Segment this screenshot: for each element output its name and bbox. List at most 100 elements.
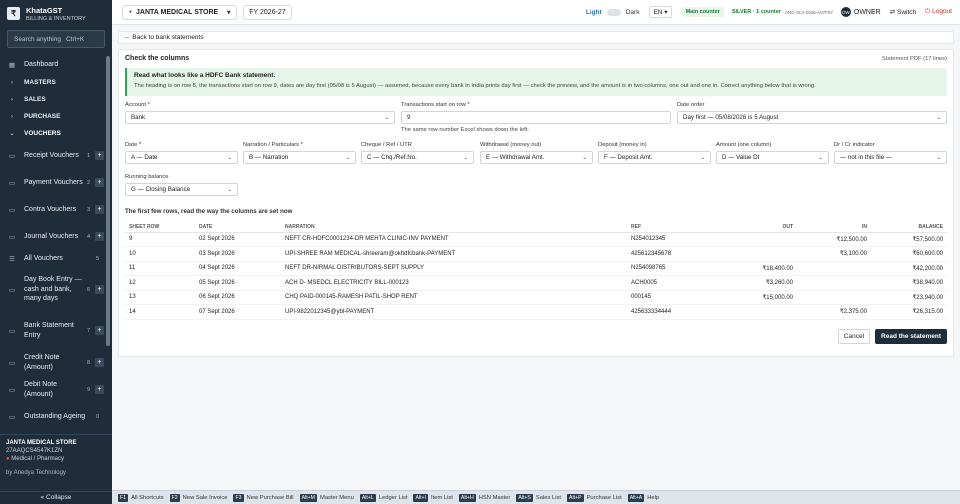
balance-column-value: G — Closing Balance bbox=[131, 186, 191, 193]
deposit-column-value: F — Deposit Amt. bbox=[604, 154, 653, 161]
col-sheet-row: SHEET ROW bbox=[125, 222, 199, 233]
txstart-input[interactable]: 9 bbox=[401, 111, 671, 124]
receipt-icon: ▭ bbox=[8, 152, 16, 160]
logout-button[interactable]: ⏻ Logout bbox=[925, 8, 952, 16]
add-icon[interactable]: + bbox=[95, 358, 104, 367]
fy-selector[interactable]: FY 2026-27 bbox=[243, 4, 292, 20]
deposit-column-label: Deposit (money in) bbox=[598, 142, 647, 148]
sidebar-item-bank-statement[interactable]: ▭ Bank Statement Entry 7 + bbox=[0, 312, 112, 349]
store-selector[interactable]: ● JANTA MEDICAL STORE ▾ bbox=[122, 4, 238, 20]
theme-toggle[interactable] bbox=[606, 8, 621, 16]
logout-icon: ⏻ bbox=[925, 8, 931, 15]
date-column-value: A — Date bbox=[131, 154, 158, 161]
add-icon[interactable]: + bbox=[95, 178, 104, 187]
cell-date: 05 Sept 2026 bbox=[199, 275, 285, 291]
avatar[interactable]: OW bbox=[840, 7, 851, 17]
shortcut-item[interactable]: F3 New Purchase Bill bbox=[233, 493, 294, 502]
back-link[interactable]: ← Back to bank statements bbox=[124, 34, 203, 41]
amount-column-select[interactable]: D — Value Dt ⌄ bbox=[716, 151, 829, 164]
shortcut-item[interactable]: Alt+I Item List bbox=[413, 493, 453, 502]
sidebar-item-label: Debit Note (Amount) bbox=[24, 381, 58, 398]
sidebar-item-receipt-vouchers[interactable]: ▭ Receipt Vouchers 1 + bbox=[0, 142, 112, 169]
withdrawal-column-select[interactable]: E — Withdrawal Amt. ⌄ bbox=[480, 151, 593, 164]
shortcut-item[interactable]: Alt+M Master Menu bbox=[299, 493, 354, 502]
shortcut-item[interactable]: Alt+S Sales List bbox=[516, 493, 562, 502]
add-icon[interactable]: + bbox=[95, 205, 104, 214]
bank-icon: ▭ bbox=[8, 327, 16, 335]
shortcut-label: Help bbox=[647, 494, 660, 501]
shortcut-item[interactable]: F2 New Sale Invoice bbox=[169, 493, 227, 502]
search-placeholder: Search anything bbox=[14, 35, 61, 43]
sidebar-item-outstanding-ageing[interactable]: ▭ Outstanding Ageing 0 bbox=[0, 403, 112, 430]
sidebar-section-sales[interactable]: › SALES bbox=[0, 91, 112, 108]
add-icon[interactable]: + bbox=[95, 385, 104, 394]
cell-date: 07 Sept 2026 bbox=[199, 304, 285, 320]
sidebar-item-credit-note[interactable]: ▭ Credit Note (Amount) 8 + bbox=[0, 349, 112, 376]
card-body: Check the columns Statement PDF (17 line… bbox=[125, 55, 947, 320]
theme-dark-label[interactable]: Dark bbox=[626, 9, 640, 16]
sidebar-item-shortcut: 0 bbox=[95, 413, 99, 420]
account-select[interactable]: Bank ⌄ bbox=[125, 111, 395, 124]
txstart-hint: The same row number Excel shows down the… bbox=[401, 127, 529, 133]
shortcut-item[interactable]: Alt+A Help bbox=[627, 493, 660, 502]
language-select[interactable]: EN ▾ bbox=[649, 6, 672, 18]
cell-sheet-row: 13 bbox=[125, 290, 199, 305]
search-input[interactable]: Search anything Ctrl+K bbox=[7, 30, 105, 48]
table-row: 9 02 Sept 2026 NEFT CR-HDFC0001234-DR MEHT… bbox=[125, 232, 947, 247]
chevron-down-icon: ⌄ bbox=[9, 131, 15, 137]
counter-badge[interactable]: Main counter bbox=[681, 7, 724, 17]
shortcut-item[interactable]: Alt+P Purchase List bbox=[567, 493, 622, 502]
add-icon[interactable]: + bbox=[95, 232, 104, 241]
cell-sheet-row: 12 bbox=[125, 275, 199, 291]
chevron-down-icon: ⌄ bbox=[936, 154, 941, 161]
cell-in: ₹2,375.00 bbox=[793, 304, 867, 320]
deposit-column-select[interactable]: F — Deposit Amt. ⌄ bbox=[598, 151, 711, 164]
sidebar-item-shortcut: 5 bbox=[95, 255, 99, 262]
add-icon[interactable]: + bbox=[95, 326, 104, 335]
balance-column-select[interactable]: G — Closing Balance ⌄ bbox=[125, 183, 238, 196]
search-shortcut: Ctrl+K bbox=[65, 35, 85, 43]
sidebar-section-purchase[interactable]: › PURCHASE bbox=[0, 108, 112, 125]
sidebar: ₹ KhataGST BILLING & INVENTORY Search an… bbox=[0, 0, 112, 504]
sidebar-item-journal-vouchers[interactable]: ▭ Journal Vouchers 4 + bbox=[0, 223, 112, 250]
sidebar-item-all-vouchers[interactable]: ☰ All Vouchers 5 bbox=[0, 250, 112, 267]
shortcut-item[interactable]: Alt+L Ledger List bbox=[359, 493, 407, 502]
table-row: 13 06 Sept 2026 CHQ PAID-000145-RAMESH PAT… bbox=[125, 290, 947, 305]
txstart-label: Transactions start on row * bbox=[401, 102, 470, 108]
narration-column-select[interactable]: B — Narration ⌄ bbox=[243, 151, 356, 164]
theme-light-label[interactable]: Light bbox=[586, 9, 602, 16]
list-icon: ☰ bbox=[9, 255, 15, 263]
sidebar-item-dashboard[interactable]: ▦ Dashboard bbox=[0, 55, 112, 74]
cell-narration: NEFT CR-HDFC0001234-DR MEHTA CLINIC-INV … bbox=[285, 232, 631, 247]
sidebar-item-payment-vouchers[interactable]: ▭ Payment Vouchers 2 + bbox=[0, 169, 112, 196]
add-icon[interactable]: + bbox=[95, 151, 104, 160]
main-area: ● JANTA MEDICAL STORE ▾ FY 2026-27 Light… bbox=[112, 0, 960, 504]
payment-icon: ▭ bbox=[8, 179, 16, 187]
cheque-column-select[interactable]: C — Chq./Ref.No. ⌄ bbox=[361, 151, 474, 164]
shortcut-label: Sales List bbox=[535, 494, 562, 501]
sidebar-item-contra-vouchers[interactable]: ▭ Contra Vouchers 3 + bbox=[0, 196, 112, 223]
sidebar-scrollbar[interactable] bbox=[106, 56, 110, 346]
date-order-select[interactable]: Day first — 05/08/2026 is 5 August ⌄ bbox=[677, 111, 947, 124]
shortcut-item[interactable]: Alt+H HSN Master bbox=[458, 493, 510, 502]
cheque-column-label: Cheque / Ref / UTR bbox=[361, 142, 412, 148]
store-selector-label: JANTA MEDICAL STORE bbox=[136, 8, 219, 16]
sidebar-section-masters[interactable]: › MASTERS bbox=[0, 74, 112, 91]
collapse-sidebar-button[interactable]: « Collapse bbox=[0, 491, 112, 504]
sidebar-section-vouchers[interactable]: ⌄ VOUCHERS bbox=[0, 125, 112, 142]
sidebar-item-day-book[interactable]: ▭ Day Book Entry — cash and bank, many d… bbox=[0, 267, 112, 312]
col-balance: BALANCE bbox=[867, 222, 947, 233]
sidebar-item-debit-note[interactable]: ▭ Debit Note (Amount) 9 + bbox=[0, 376, 112, 403]
sidebar-item-label: All Vouchers bbox=[24, 254, 63, 262]
cancel-button[interactable]: Cancel bbox=[837, 329, 871, 344]
cell-date: 03 Sept 2026 bbox=[199, 246, 285, 262]
journal-icon: ▭ bbox=[8, 233, 16, 241]
cell-out: ₹15,000.00 bbox=[721, 290, 793, 305]
date-column-select[interactable]: A — Date ⌄ bbox=[125, 151, 238, 164]
read-statement-button[interactable]: Read the statement bbox=[875, 329, 947, 344]
shortcut-item[interactable]: F1 All Shortcuts bbox=[118, 493, 164, 502]
chevron-down-icon: ▾ bbox=[227, 9, 231, 16]
add-icon[interactable]: + bbox=[95, 285, 104, 294]
switch-button[interactable]: ⇄ Switch bbox=[890, 8, 916, 16]
drcr-column-select[interactable]: — not in this file — ⌄ bbox=[834, 151, 947, 164]
